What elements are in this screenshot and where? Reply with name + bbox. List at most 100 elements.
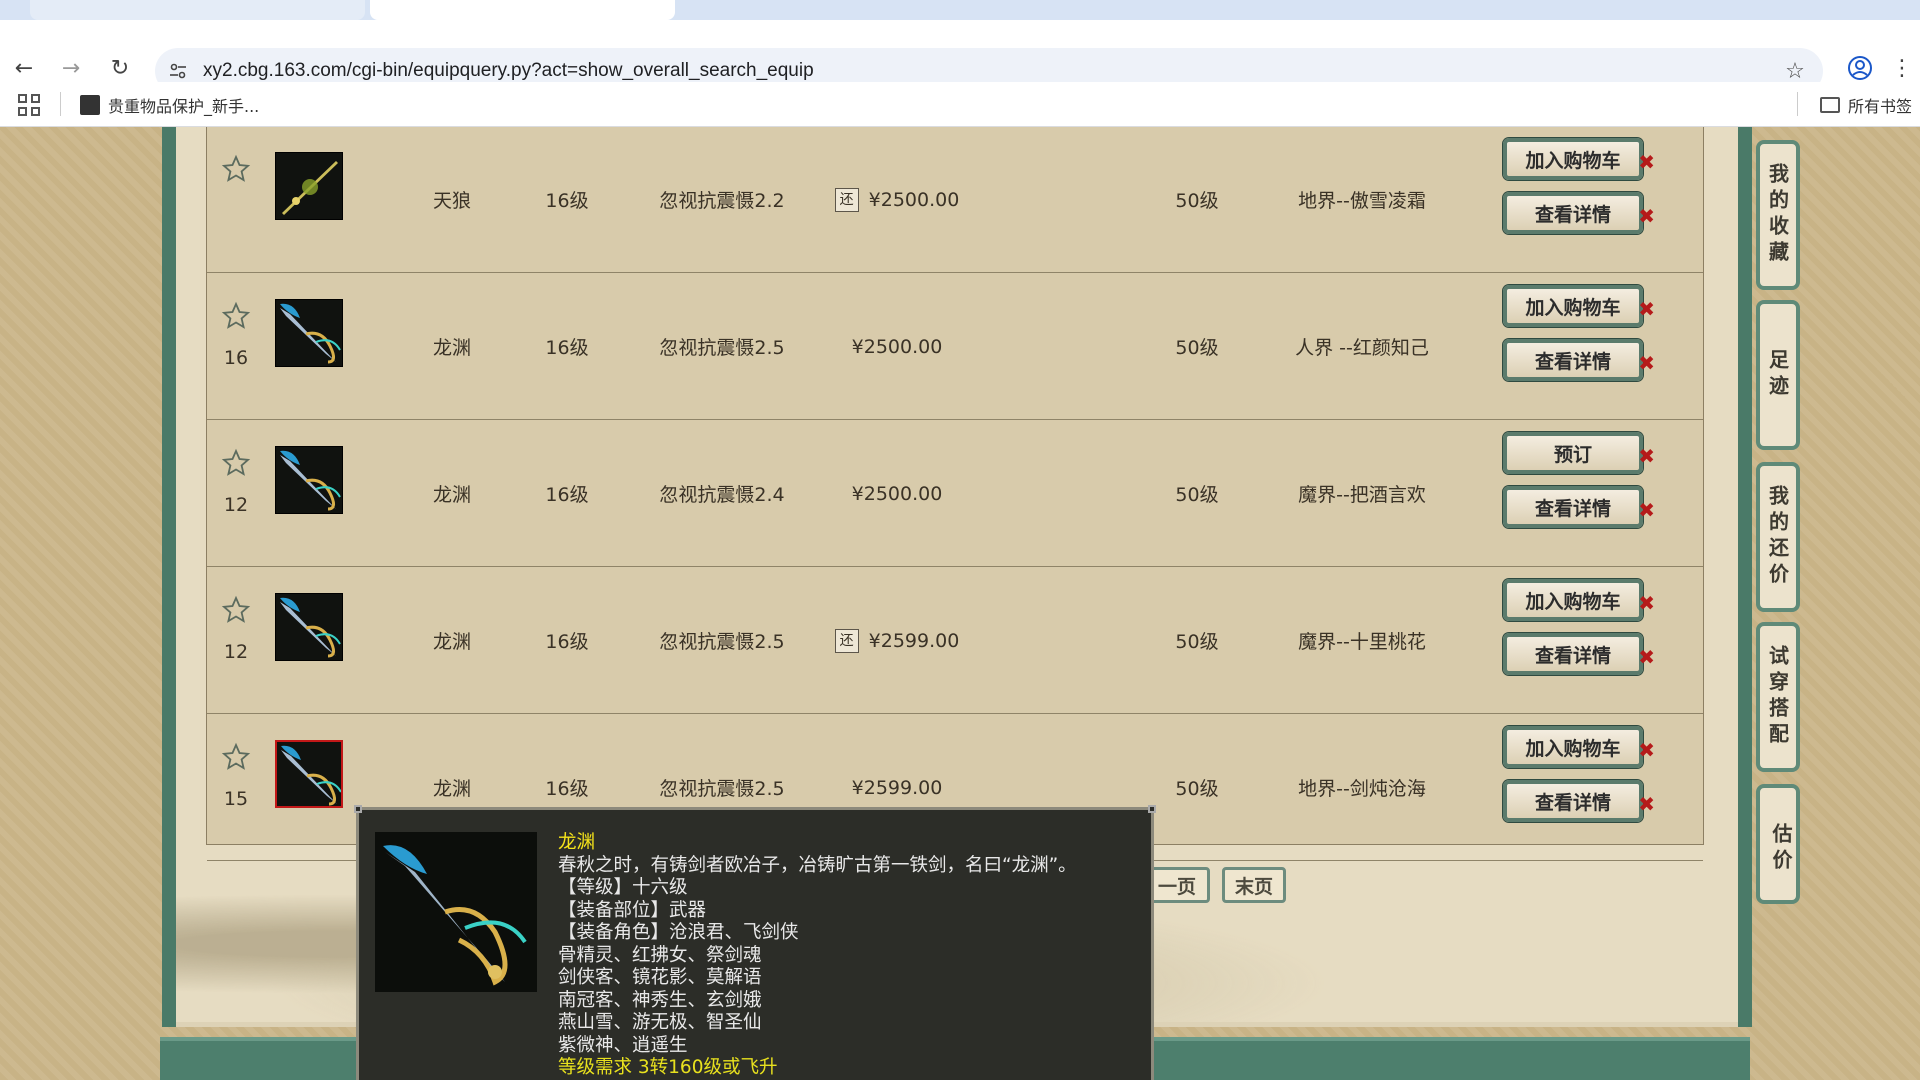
item-server: 魔界--十里桃花 [1298,631,1426,653]
button-label: 预订 [1553,443,1592,466]
tooltip-corner [1148,805,1156,813]
tab-strip [0,0,1920,20]
button-label: 加入购物车 [1525,590,1621,613]
tooltip-text: 龙渊 春秋之时，有铸剑者欧冶子，冶铸旷古第一铁剑，名曰“龙渊”。 【等级】十六级… [558,832,1148,1080]
item-requirement: 50级 [1175,337,1219,359]
last-page-button[interactable]: 末页 [1222,867,1286,903]
table-row: 12龙渊16级忽视抗震慑2.5还¥2599.0050级魔界--十里桃花6天17时… [207,567,1703,714]
item-attribute: 忽视抗震慑2.5 [659,337,785,359]
bookmark-label: 贵重物品保护_新手... [108,96,260,116]
knot-icon: ✖ [1638,645,1655,669]
item-thumbnail[interactable] [275,299,343,367]
bookmarks-bar: 贵重物品保护_新手... 所有书签 [0,82,1920,127]
view-details-button[interactable]: 查看详情 ✖ [1503,633,1655,675]
favorite-count: 12 [223,494,249,516]
browser-tab-2-active[interactable] [370,0,675,20]
bookmark-favicon-icon [80,94,100,115]
item-requirement: 50级 [1175,190,1219,212]
reserve-button[interactable]: 预订 ✖ [1503,432,1655,474]
sidebar-my-favorites[interactable]: 我的收藏 [1756,140,1800,290]
add-to-cart-button[interactable]: 加入购物车 ✖ [1503,726,1655,768]
knot-icon: ✖ [1638,444,1655,468]
table-row: 天狼16级忽视抗震慑2.2还¥2500.0050级地界--傲雪凌霜11天19时加… [207,126,1703,273]
table-row: 16龙渊16级忽视抗震慑2.5¥2500.0050级人界 --红颜知己8天10时… [207,273,1703,420]
item-thumbnail[interactable] [275,593,343,661]
tooltip-requirement: 等级需求 3转160级或飞升 [558,1057,778,1078]
add-to-cart-button[interactable]: 加入购物车 ✖ [1503,138,1655,180]
item-thumbnail[interactable] [275,446,343,514]
item-requirement: 50级 [1175,778,1219,800]
back-icon[interactable]: ← [6,50,42,86]
tooltip-roles: 紫微神、逍遥生 [558,1034,688,1056]
apps-grid-icon[interactable] [18,94,40,116]
item-name: 龙渊 [432,484,471,506]
item-name: 龙渊 [432,631,471,653]
button-label: 加入购物车 [1525,296,1621,319]
view-details-button[interactable]: 查看详情 ✖ [1503,192,1655,234]
item-attribute: 忽视抗震慑2.4 [659,484,785,506]
tooltip-grade: 【等级】十六级 [558,877,688,898]
item-thumbnail[interactable] [275,152,343,220]
item-name: 龙渊 [432,337,471,359]
sidebar-try-on[interactable]: 试穿搭配 [1756,622,1800,772]
sidebar-history[interactable]: 足迹 [1756,300,1800,450]
all-bookmarks-label: 所有书签 [1848,96,1913,116]
favorite-star-icon[interactable] [221,154,251,184]
item-name: 天狼 [432,190,471,212]
reload-icon[interactable]: ↻ [102,50,138,86]
knot-icon: ✖ [1638,591,1655,615]
tooltip-corner [354,805,362,813]
item-server: 地界--傲雪凌霜 [1298,190,1426,212]
add-to-cart-button[interactable]: 加入购物车 ✖ [1503,579,1655,621]
forward-icon[interactable]: → [53,50,89,86]
site-info-icon[interactable] [165,58,191,84]
tooltip-description: 春秋之时，有铸剑者欧冶子，冶铸旷古第一铁剑，名曰“龙渊”。 [558,854,1077,876]
folder-icon [1820,96,1840,113]
view-details-button[interactable]: 查看详情 ✖ [1503,339,1655,381]
tooltip-roles: 骨精灵、红拂女、祭剑魂 [558,944,762,966]
knot-icon: ✖ [1638,792,1655,816]
item-requirement: 50级 [1175,631,1219,653]
price-value: ¥2500.00 [851,482,943,505]
bookmark-star-icon[interactable]: ☆ [1781,57,1809,85]
view-details-button[interactable]: 查看详情 ✖ [1503,780,1655,822]
favorite-star-icon[interactable] [221,448,251,478]
bookmark-item[interactable]: 贵重物品保护_新手... [80,82,259,127]
item-attribute: 忽视抗震慑2.5 [659,631,785,653]
sidebar-my-offers[interactable]: 我的还价 [1756,462,1800,612]
favorite-star-icon[interactable] [221,301,251,331]
item-level: 16级 [545,631,589,653]
item-level: 16级 [545,190,589,212]
price-value: ¥2500.00 [851,335,943,358]
item-level: 16级 [545,337,589,359]
knot-icon: ✖ [1638,738,1655,762]
favorite-count: 16 [223,347,249,369]
profile-icon[interactable] [1842,50,1878,86]
return-badge: 还 [834,187,859,212]
tooltip-weapon-image [375,832,537,992]
tooltip-roles: 南冠客、神秀生、玄剑娥 [558,989,762,1011]
knot-icon: ✖ [1638,498,1655,522]
add-to-cart-button[interactable]: 加入购物车 ✖ [1503,285,1655,327]
browser-tab-1[interactable] [30,0,365,20]
equipment-list: 天狼16级忽视抗震慑2.2还¥2500.0050级地界--傲雪凌霜11天19时加… [206,126,1704,861]
knot-icon: ✖ [1638,351,1655,375]
tooltip-roles: 燕山雪、游无极、智圣仙 [558,1012,762,1033]
item-price: ¥2500.00 [797,420,997,567]
divider [1797,92,1798,116]
item-tooltip: 龙渊 春秋之时，有铸剑者欧冶子，冶铸旷古第一铁剑，名曰“龙渊”。 【等级】十六级… [354,805,1156,1080]
kebab-menu-icon[interactable]: ⋮ [1890,50,1914,86]
all-bookmarks-button[interactable]: 所有书签 [1820,82,1912,127]
tooltip-roles: 【装备角色】沧浪君、飞剑侠 [558,922,799,943]
view-details-button[interactable]: 查看详情 ✖ [1503,486,1655,528]
favorite-star-icon[interactable] [221,742,251,772]
sidebar-appraise[interactable]: 估价 [1756,784,1800,904]
item-price: 还 ¥2599.00 [797,567,997,714]
table-row: 12龙渊16级忽视抗震慑2.4¥2500.0050级魔界--把酒言欢14天22时… [207,420,1703,567]
tooltip-roles: 剑侠客、镜花影、莫解语 [558,967,762,988]
favorite-count: 12 [223,641,249,663]
favorite-star-icon[interactable] [221,595,251,625]
item-thumbnail[interactable] [275,740,343,808]
button-label: 查看详情 [1534,791,1611,814]
button-label: 加入购物车 [1525,149,1621,172]
